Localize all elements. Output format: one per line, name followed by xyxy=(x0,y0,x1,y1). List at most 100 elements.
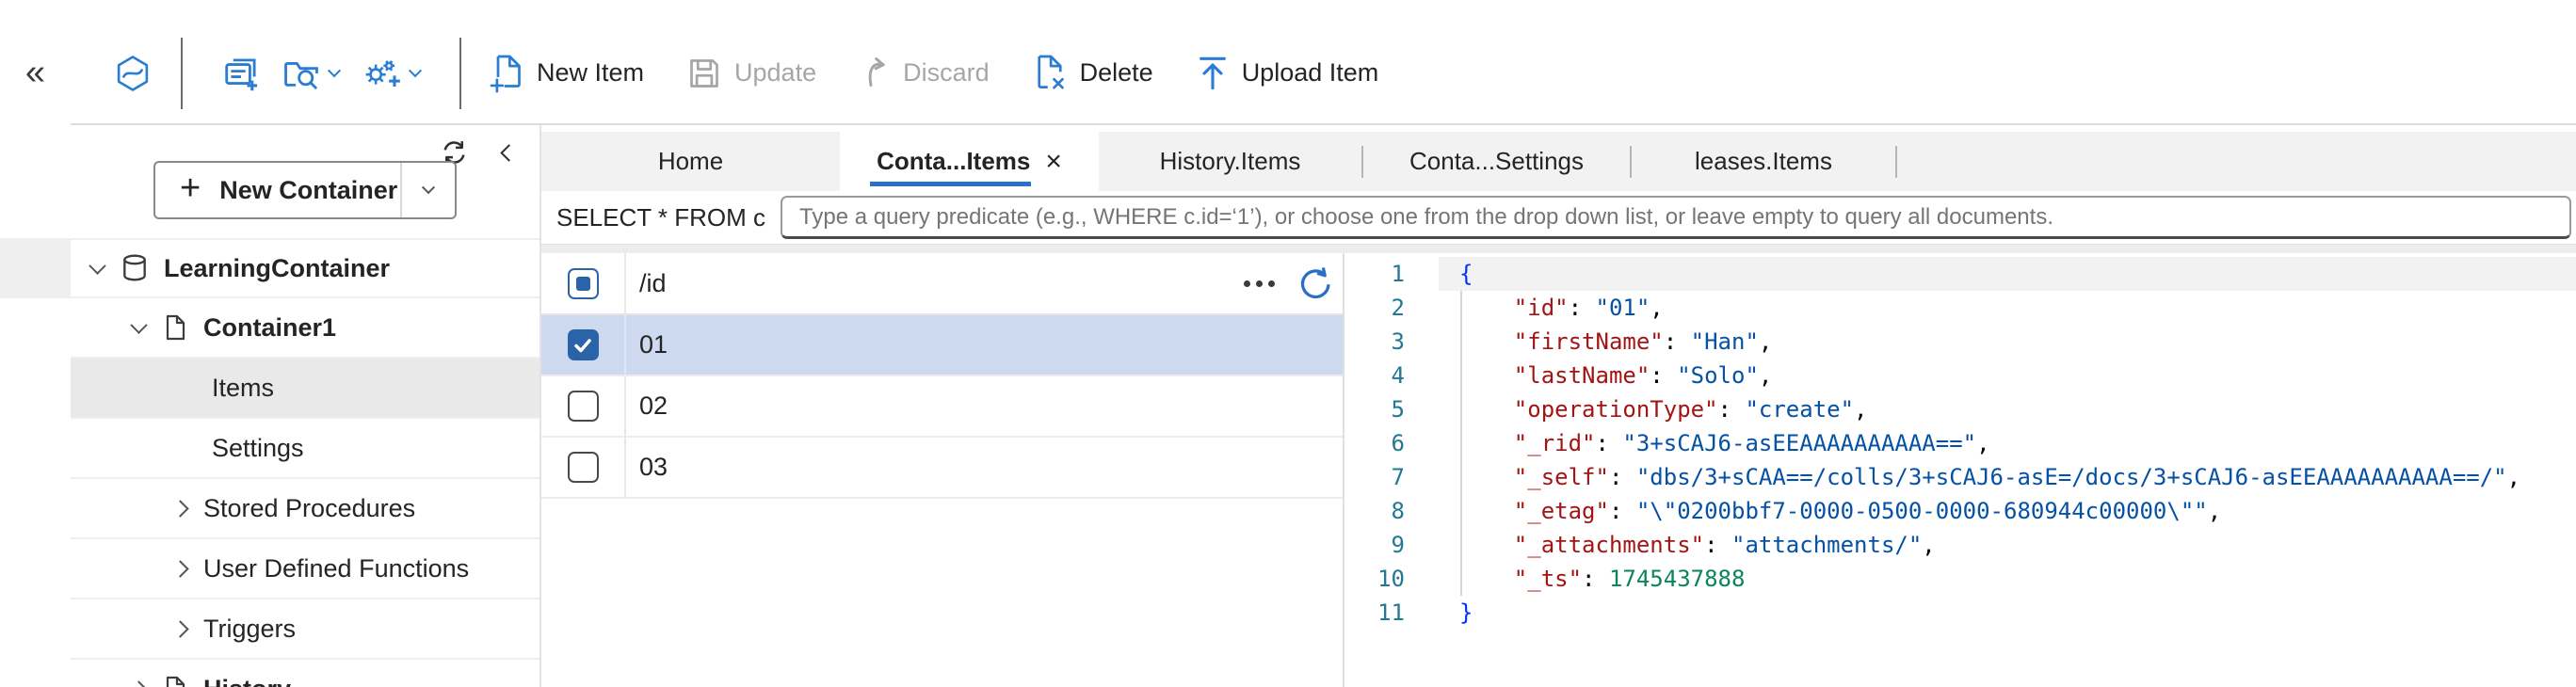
save-icon xyxy=(687,56,721,90)
resource-tree-sidebar: + New Container LearningContainer xyxy=(71,125,541,687)
line-number: 2 xyxy=(1344,291,1439,325)
code-token xyxy=(1459,498,1514,524)
discard-label: Discard xyxy=(903,58,990,88)
new-item-button[interactable]: New Item xyxy=(490,54,644,93)
id-column-header: /id xyxy=(626,269,1238,298)
code-line: 3 "firstName": "Han", xyxy=(1344,325,2576,359)
app-body: + New Container LearningContainer xyxy=(0,125,2576,687)
line-number: 11 xyxy=(1344,596,1439,630)
chevron-collapsed-icon[interactable] xyxy=(171,620,188,637)
tree-node-label: History xyxy=(203,675,291,687)
code-text: "_rid": "3+sCAJ6-asEEAAAAAAAAAA==", xyxy=(1439,426,2576,460)
code-token xyxy=(1459,464,1514,490)
code-token xyxy=(1459,566,1514,592)
tree-node-stored-procedures[interactable]: Stored Procedures xyxy=(71,479,539,539)
new-item-icon xyxy=(490,54,523,93)
code-text: "firstName": "Han", xyxy=(1439,325,2576,359)
code-token: : xyxy=(1609,498,1636,524)
tab-container-settings[interactable]: Conta...Settings xyxy=(1363,132,1630,191)
toolbar-divider xyxy=(181,38,183,109)
row-checkbox[interactable] xyxy=(568,391,599,422)
code-token: : xyxy=(1569,295,1596,321)
sidebar-header: + New Container xyxy=(71,125,539,238)
tree-node-label: LearningContainer xyxy=(164,254,390,283)
toolbar-divider xyxy=(459,38,461,109)
item-row[interactable]: 02 xyxy=(541,376,1343,438)
code-token xyxy=(1459,430,1514,456)
items-content: /id xyxy=(541,253,2576,687)
collapse-tree-icon[interactable] xyxy=(500,144,517,161)
upload-item-button[interactable]: Upload Item xyxy=(1197,56,1379,91)
code-token: "dbs/3+sCAA==/colls/3+sCAJ6-asE=/docs/3+… xyxy=(1636,464,2507,490)
code-token: "attachments/" xyxy=(1731,532,1922,558)
code-line: 6 "_rid": "3+sCAJ6-asEEAAAAAAAAAA==", xyxy=(1344,426,2576,460)
tree-node-label: Stored Procedures xyxy=(203,494,415,523)
code-token: , xyxy=(1759,328,1772,355)
code-token: "\"0200bbf7-0000-0500-0000-680944c00000\… xyxy=(1636,498,2208,524)
chevron-down-icon xyxy=(328,64,341,77)
tree-node-settings[interactable]: Settings xyxy=(71,419,539,479)
chevron-collapsed-icon[interactable] xyxy=(171,500,188,517)
tree-node-user-defined-functions[interactable]: User Defined Functions xyxy=(71,539,539,599)
row-checkbox[interactable] xyxy=(568,452,599,483)
line-number: 8 xyxy=(1344,494,1439,528)
tab-bar: Home Conta...Items × History.Items Conta… xyxy=(541,132,2576,191)
tree-node-triggers[interactable]: Triggers xyxy=(71,599,539,660)
new-item-label: New Item xyxy=(537,58,644,88)
code-token xyxy=(1459,532,1514,558)
line-number: 9 xyxy=(1344,528,1439,562)
tab-container-items-active[interactable]: Conta...Items × xyxy=(840,132,1099,191)
code-text: } xyxy=(1439,596,2576,630)
delete-item-icon xyxy=(1033,54,1067,93)
tree-node-history[interactable]: History xyxy=(71,660,539,687)
code-lines: 1{2 "id": "01",3 "firstName": "Han",4 "l… xyxy=(1344,257,2576,630)
item-row[interactable]: 03 xyxy=(541,438,1343,499)
tree-node-label: Container1 xyxy=(203,313,336,343)
query-prefix-label: SELECT * FROM c xyxy=(556,203,765,232)
chevron-expanded-icon[interactable] xyxy=(130,316,147,333)
container-icon xyxy=(162,313,188,342)
code-token: , xyxy=(1922,532,1935,558)
undo-icon xyxy=(860,56,890,91)
code-text: "_ts": 1745437888 xyxy=(1439,562,2576,596)
code-token: "_rid" xyxy=(1514,430,1596,456)
close-tab-icon[interactable]: × xyxy=(1045,148,1062,176)
gears-add-icon xyxy=(362,56,401,91)
new-container-button[interactable]: + New Container xyxy=(153,161,457,219)
delete-button[interactable]: Delete xyxy=(1033,54,1153,93)
code-token: "01" xyxy=(1596,295,1650,321)
tree-node-label: User Defined Functions xyxy=(203,554,469,583)
chevron-down-icon xyxy=(409,64,422,77)
tab-home[interactable]: Home xyxy=(541,132,840,191)
new-collection-icon xyxy=(222,55,260,92)
active-tab-underline xyxy=(870,182,1031,186)
new-collection-button[interactable] xyxy=(222,55,260,92)
tree-node-database[interactable]: LearningContainer xyxy=(71,238,539,298)
more-actions-icon[interactable] xyxy=(1238,275,1280,293)
line-number: 5 xyxy=(1344,392,1439,426)
code-token xyxy=(1459,328,1514,355)
tree-node-container[interactable]: Container1 xyxy=(71,298,539,359)
chevron-collapsed-icon[interactable] xyxy=(130,680,147,687)
query-predicate-input[interactable] xyxy=(781,196,2571,239)
row-checkbox[interactable] xyxy=(568,329,599,360)
settings-dropdown-button[interactable] xyxy=(362,56,420,91)
cosmos-db-icon[interactable] xyxy=(113,54,153,93)
code-token: { xyxy=(1459,261,1473,287)
new-container-dropdown[interactable] xyxy=(402,163,455,217)
browse-query-dropdown-button[interactable] xyxy=(282,56,339,90)
chevron-collapsed-icon[interactable] xyxy=(171,560,188,577)
code-text: "id": "01", xyxy=(1439,291,2576,325)
json-document-editor[interactable]: 1{2 "id": "01",3 "firstName": "Han",4 "l… xyxy=(1344,253,2576,687)
collapse-sidebar-rail-button[interactable]: « xyxy=(0,53,71,93)
item-row[interactable]: 01 xyxy=(541,315,1343,376)
chevron-expanded-icon[interactable] xyxy=(89,257,105,274)
select-all-checkbox[interactable] xyxy=(568,268,599,299)
tab-leases-items[interactable]: leases.Items xyxy=(1632,132,1895,191)
tree-node-items[interactable]: Items xyxy=(71,359,539,419)
tab-label: History.Items xyxy=(1160,147,1301,176)
item-id: 03 xyxy=(626,453,1343,482)
tab-history-items[interactable]: History.Items xyxy=(1099,132,1361,191)
refresh-items-icon[interactable] xyxy=(1296,264,1333,302)
line-number: 3 xyxy=(1344,325,1439,359)
